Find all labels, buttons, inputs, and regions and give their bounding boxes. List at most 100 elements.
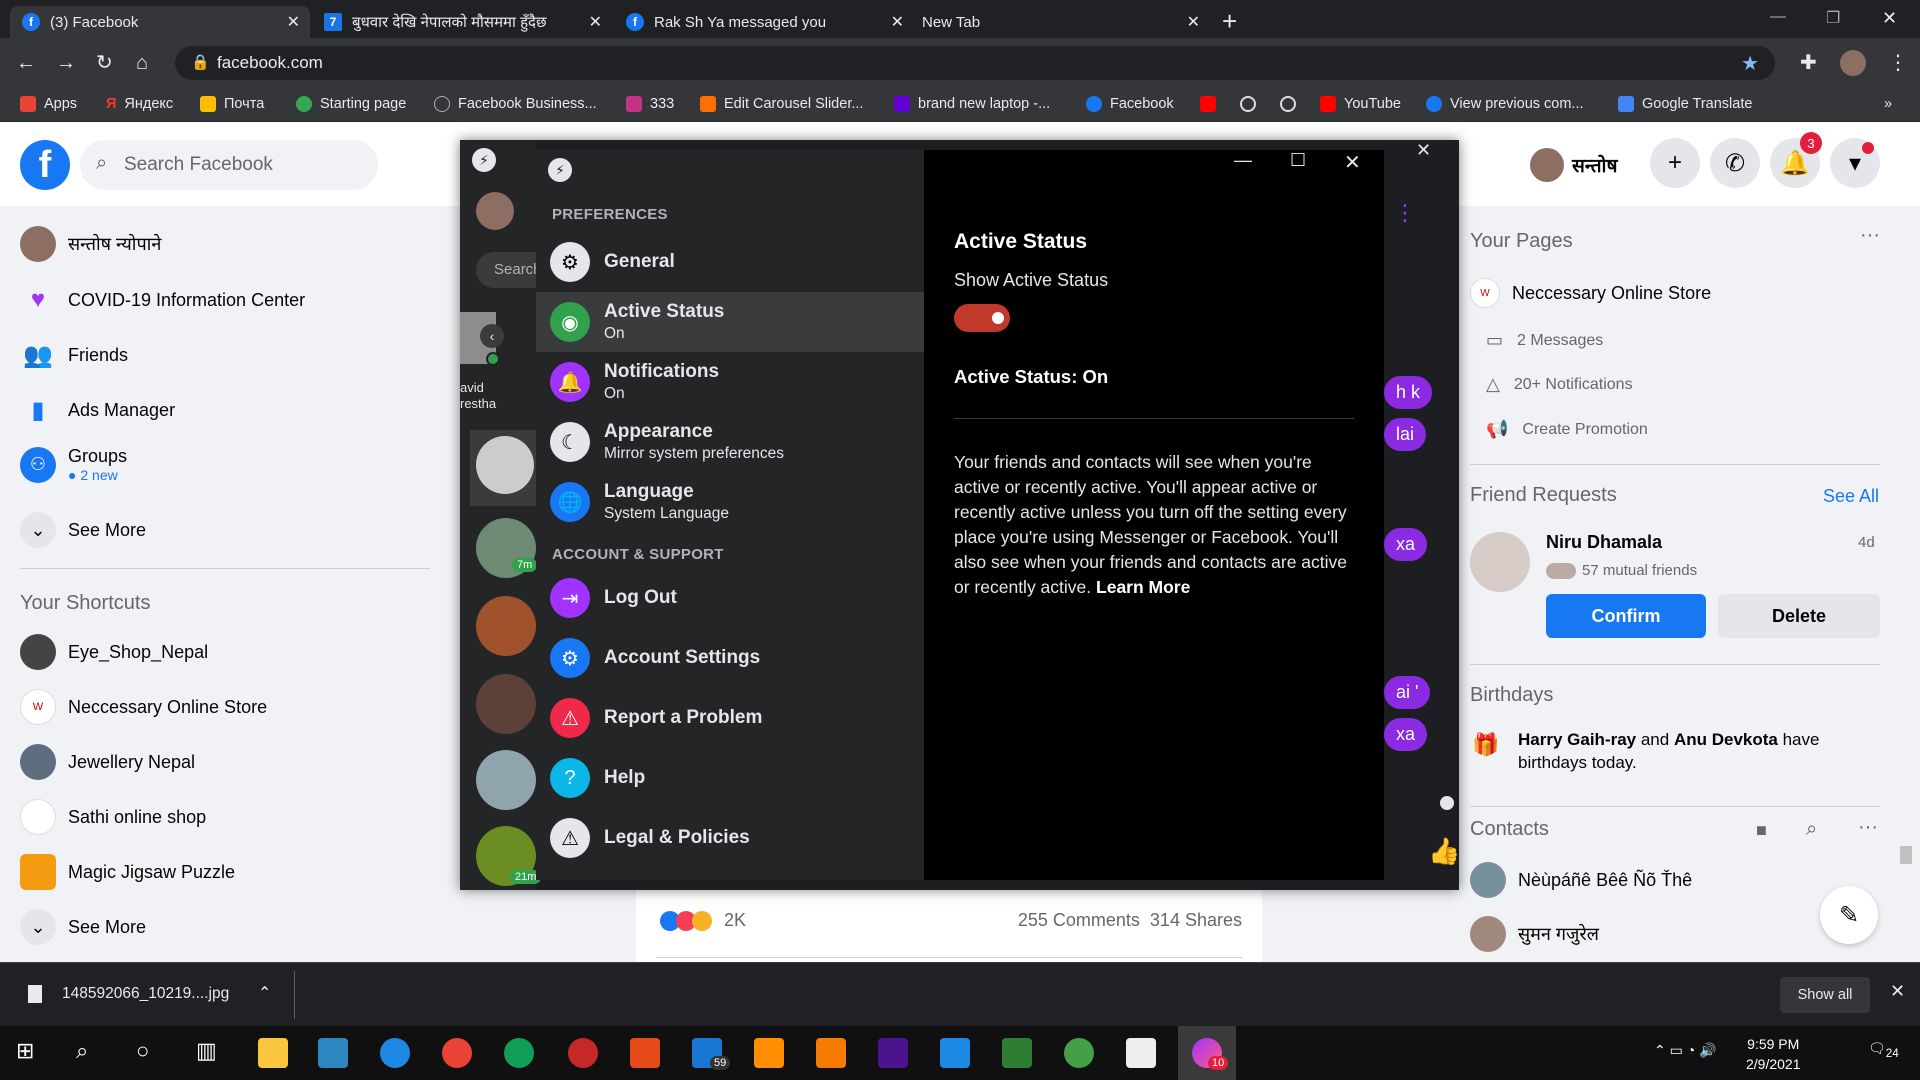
- clock[interactable]: 9:59 PM 2/9/2021: [1746, 1034, 1801, 1074]
- avatar[interactable]: [476, 192, 514, 230]
- pref-appearance[interactable]: ☾ Appearance Mirror system preferences: [536, 412, 924, 472]
- bookmark-apps[interactable]: Apps: [20, 96, 77, 112]
- cortana-icon[interactable]: ○: [136, 1038, 166, 1068]
- chat-list-item-selected[interactable]: [470, 430, 536, 506]
- video-call-icon[interactable]: ■: [1756, 820, 1767, 841]
- shortcut-item[interactable]: W Neccessary Online Store: [20, 689, 267, 725]
- vlc-icon[interactable]: [754, 1038, 784, 1068]
- confirm-button[interactable]: Confirm: [1546, 594, 1706, 638]
- shortcut-item[interactable]: Eye_Shop_Nepal: [20, 634, 208, 670]
- app-icon[interactable]: [816, 1038, 846, 1068]
- page-notifications-link[interactable]: △ 20+ Notifications: [1486, 374, 1633, 395]
- bookmark-globe-1[interactable]: [1240, 96, 1264, 112]
- show-all-button[interactable]: Show all: [1780, 977, 1870, 1013]
- url-input[interactable]: 🔒 facebook.com ★: [175, 46, 1775, 80]
- account-legal-policies[interactable]: ⚠ Legal & Policies: [536, 808, 924, 868]
- bookmark-globe-2[interactable]: [1280, 96, 1304, 112]
- thumbs-up-icon[interactable]: 👍: [1428, 836, 1460, 867]
- edge-icon[interactable]: [504, 1038, 534, 1068]
- learn-more-link[interactable]: Learn More: [1096, 577, 1190, 597]
- bookmark-star-icon[interactable]: ★: [1741, 51, 1759, 76]
- more-bookmarks-icon[interactable]: »: [1884, 96, 1892, 112]
- contact-item[interactable]: Nèùpáñê Bêê Ñõ Ťhê: [1470, 862, 1692, 898]
- shortcut-item[interactable]: Sathi online shop: [20, 799, 206, 835]
- minimize-icon[interactable]: —: [1770, 8, 1786, 26]
- create-promotion-link[interactable]: 📢 Create Promotion: [1486, 419, 1648, 440]
- contact-item[interactable]: सुमन गजुरेल: [1470, 916, 1599, 952]
- forward-arrow-icon[interactable]: →: [56, 52, 76, 74]
- chrome-icon[interactable]: [442, 1038, 472, 1068]
- maximize-icon[interactable]: ☐: [1290, 150, 1306, 171]
- search-icon[interactable]: ⌕: [76, 1038, 106, 1068]
- close-icon[interactable]: ✕: [1187, 12, 1200, 32]
- download-file[interactable]: 148592066_10219....jpg: [62, 985, 229, 1003]
- reload-icon[interactable]: ↻: [96, 52, 113, 74]
- excel-icon[interactable]: [1002, 1038, 1032, 1068]
- see-all-link[interactable]: See All: [1823, 486, 1879, 507]
- page-messages-link[interactable]: ▭ 2 Messages: [1486, 330, 1603, 351]
- profile-chip[interactable]: सन्तोष: [1530, 148, 1617, 182]
- windows-start-icon[interactable]: ⊞: [16, 1038, 46, 1068]
- store-icon[interactable]: [1126, 1038, 1156, 1068]
- tab-news[interactable]: 7 बुधवार देखि नेपालको मौसममा हुँदैछ ✕: [312, 6, 612, 38]
- account-settings[interactable]: ⚙ Account Settings: [536, 628, 924, 688]
- bookmark-fb-business[interactable]: Facebook Business...: [434, 96, 597, 112]
- app-icon[interactable]: [568, 1038, 598, 1068]
- phpstorm-icon[interactable]: [878, 1038, 908, 1068]
- delete-button[interactable]: Delete: [1718, 594, 1880, 638]
- app-icon[interactable]: [380, 1038, 410, 1068]
- shortcuts-see-more[interactable]: ⌄ See More: [20, 909, 146, 945]
- active-status-toggle[interactable]: [954, 304, 1010, 332]
- app-icon[interactable]: [318, 1038, 348, 1068]
- new-tab-plus-icon[interactable]: +: [1222, 6, 1237, 37]
- sidebar-item-friends[interactable]: 👥 Friends: [20, 337, 128, 373]
- request-name[interactable]: Niru Dhamala: [1546, 532, 1662, 553]
- window-close-icon[interactable]: ✕: [1882, 8, 1897, 29]
- action-center-icon[interactable]: 🗨24: [1868, 1040, 1899, 1060]
- tab-facebook[interactable]: f (3) Facebook ✕: [10, 6, 310, 38]
- shortcut-item[interactable]: Jewellery Nepal: [20, 744, 195, 780]
- close-icon[interactable]: ✕: [287, 12, 300, 32]
- pref-active-status[interactable]: ◉ Active Status On: [536, 292, 924, 352]
- extensions-icon[interactable]: ✚: [1800, 52, 1817, 74]
- restore-icon[interactable]: ❐: [1826, 8, 1840, 28]
- shortcut-item[interactable]: Magic Jigsaw Puzzle: [20, 854, 235, 890]
- chevron-left-icon[interactable]: ‹: [480, 324, 504, 348]
- task-view-icon[interactable]: ▥: [196, 1038, 226, 1068]
- system-tray-icons[interactable]: ⌃ ▭ ◔ 🔊: [1654, 1042, 1717, 1059]
- home-icon[interactable]: ⌂: [136, 52, 148, 74]
- search-icon[interactable]: ⌕: [1806, 818, 1817, 841]
- avatar[interactable]: [476, 750, 536, 810]
- bookmark-pochta[interactable]: Почта: [200, 96, 264, 112]
- back-arrow-icon[interactable]: ←: [16, 52, 36, 74]
- bookmark-yandex[interactable]: Я Яндекс: [106, 96, 173, 112]
- reactions-summary[interactable]: 2K: [660, 910, 746, 931]
- sidebar-item-groups[interactable]: ⚇ Groups ● 2 new: [20, 446, 127, 483]
- account-report-problem[interactable]: ⚠ Report a Problem: [536, 688, 924, 748]
- sidebar-item-ads[interactable]: ▮ Ads Manager: [20, 392, 175, 428]
- new-message-edit-icon[interactable]: ✎: [1820, 886, 1878, 944]
- bookmark-youtube-icon[interactable]: [1200, 96, 1224, 112]
- bookmark-laptop[interactable]: brand new laptop -...: [894, 96, 1050, 112]
- account-log-out[interactable]: ⇥ Log Out: [536, 568, 924, 628]
- scrollbar-thumb[interactable]: [1900, 846, 1912, 864]
- close-icon[interactable]: ✕: [1344, 150, 1361, 175]
- search-input[interactable]: ⌕ Search Facebook: [80, 140, 378, 190]
- bookmark-view-previous[interactable]: View previous com...: [1426, 96, 1584, 112]
- avatar[interactable]: [1470, 532, 1530, 592]
- sidebar-item-profile[interactable]: सन्तोष न्योपाने: [20, 226, 161, 262]
- bookmark-translate[interactable]: Google Translate: [1618, 96, 1752, 112]
- kebab-menu-icon[interactable]: ⋮: [1888, 52, 1908, 74]
- tab-new-tab[interactable]: New Tab ✕: [910, 6, 1210, 38]
- facebook-logo-icon[interactable]: f: [20, 140, 70, 190]
- close-icon[interactable]: ✕: [1890, 981, 1905, 1002]
- chevron-up-icon[interactable]: ⌃: [258, 983, 271, 1003]
- kebab-menu-icon[interactable]: ⋮: [1394, 200, 1416, 226]
- pref-notifications[interactable]: 🔔 Notifications On: [536, 352, 924, 412]
- create-plus-icon[interactable]: +: [1650, 138, 1700, 188]
- tab-message[interactable]: f Rak Sh Ya messaged you ✕: [614, 6, 914, 38]
- pref-language[interactable]: 🌐 Language System Language: [536, 472, 924, 532]
- sidebar-item-covid[interactable]: ♥ COVID-19 Information Center: [20, 282, 305, 318]
- chat-search-input[interactable]: Search: [476, 252, 536, 288]
- account-help[interactable]: ? Help: [536, 748, 924, 808]
